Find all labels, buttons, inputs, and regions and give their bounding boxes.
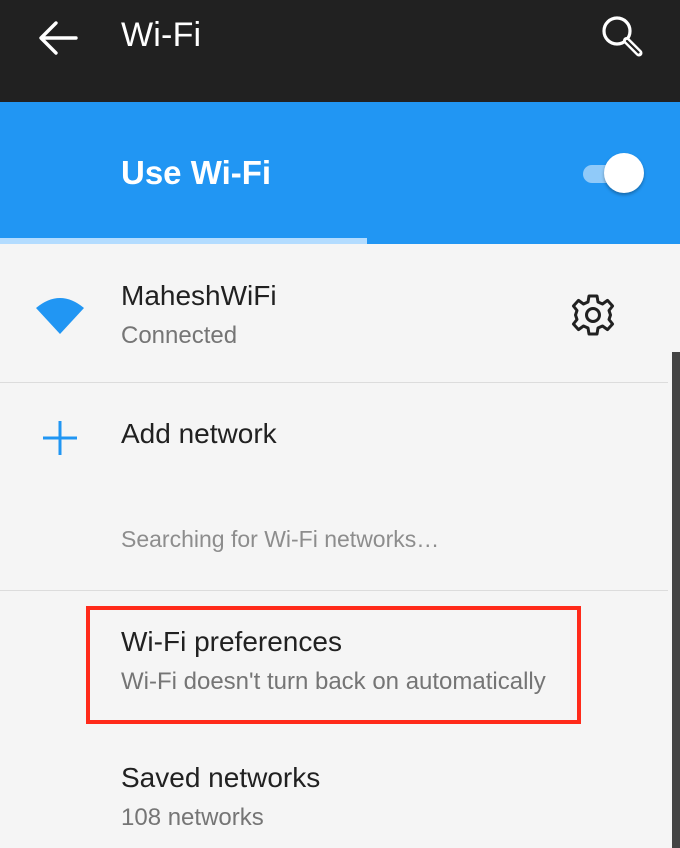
- search-icon: [602, 16, 643, 57]
- network-name: MaheshWiFi: [121, 280, 277, 311]
- saved-networks-row[interactable]: Saved networks 108 networks: [0, 730, 680, 848]
- add-network-row[interactable]: Add network: [0, 384, 680, 494]
- network-settings-button[interactable]: [568, 290, 618, 340]
- connected-network-row[interactable]: MaheshWiFi Connected: [0, 246, 680, 382]
- saved-networks-count: 108 networks: [121, 804, 264, 831]
- scan-progress-bar: [0, 238, 680, 244]
- divider: [0, 590, 668, 591]
- use-wifi-label: Use Wi-Fi: [121, 154, 272, 191]
- arrow-left-icon: [39, 21, 78, 55]
- wifi-signal-icon: [36, 298, 84, 334]
- divider: [0, 382, 668, 383]
- gear-icon: [571, 294, 615, 336]
- add-network-label: Add network: [121, 418, 277, 449]
- search-button[interactable]: [598, 12, 650, 64]
- plus-icon: [43, 421, 77, 455]
- highlight-box: [86, 606, 581, 724]
- use-wifi-bar[interactable]: Use Wi-Fi: [0, 102, 680, 244]
- toggle-thumb: [604, 153, 644, 193]
- back-button[interactable]: [34, 16, 82, 60]
- scrollbar[interactable]: [672, 352, 680, 848]
- scan-progress-fill: [0, 238, 368, 244]
- saved-networks-title: Saved networks: [121, 762, 321, 793]
- network-status: Connected: [121, 322, 238, 349]
- use-wifi-toggle[interactable]: [580, 153, 646, 193]
- app-bar: Wi-Fi: [0, 0, 680, 102]
- page-title: Wi-Fi: [121, 16, 202, 54]
- searching-status: Searching for Wi-Fi networks…: [121, 526, 440, 552]
